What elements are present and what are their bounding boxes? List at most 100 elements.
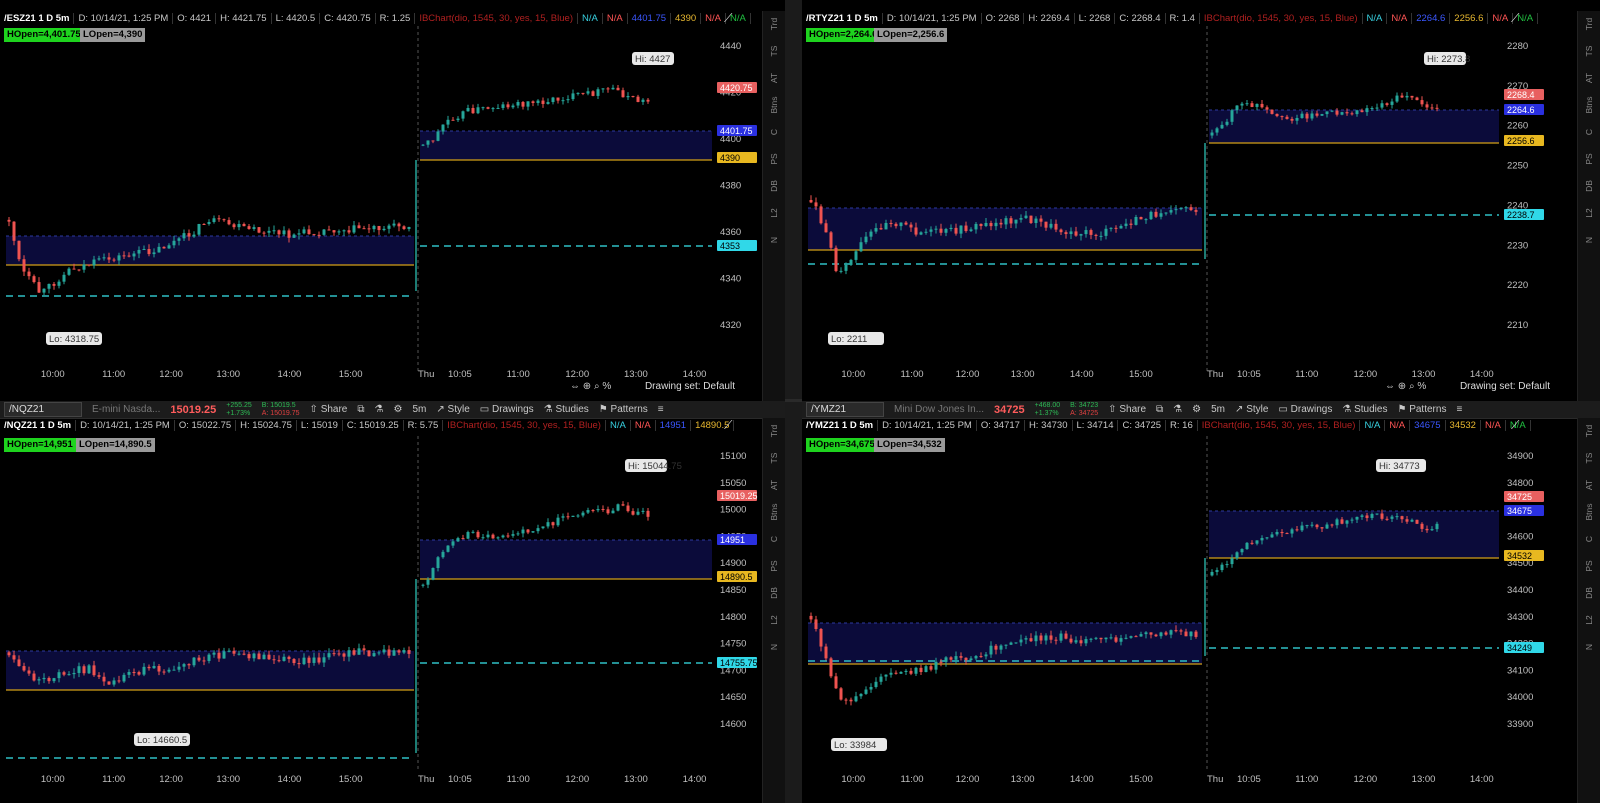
chart-panel-nq[interactable]: /NQZ21 E-mini Nasda... 15019.25 +255.25 +1.7… <box>0 401 785 803</box>
candle-body <box>899 222 903 227</box>
candle-body <box>1049 635 1053 640</box>
candle-body <box>1059 229 1063 233</box>
candle-body <box>217 652 221 659</box>
side-tab-db[interactable]: DB <box>1584 175 1594 197</box>
candle-body <box>879 676 883 682</box>
side-tab-ts[interactable]: TS <box>769 40 779 62</box>
side-tab-trd[interactable]: Trd <box>769 420 779 442</box>
side-tab-ts[interactable]: TS <box>1584 40 1594 62</box>
side-tab-c[interactable]: C <box>769 528 779 550</box>
side-tab-l2[interactable]: L2 <box>769 609 779 631</box>
side-tab-ts[interactable]: TS <box>769 447 779 469</box>
candle-body <box>1350 113 1354 115</box>
side-tab-ps[interactable]: PS <box>769 148 779 170</box>
candle-body <box>1064 633 1068 639</box>
candle-body <box>142 249 146 251</box>
side-tab-btns[interactable]: Btns <box>1584 94 1594 116</box>
chart-panel-es[interactable]: /ESZ21 1 D 5m D: 10/14/21, 1:25 PM O: 4421… <box>0 0 785 401</box>
candle-body <box>7 219 11 222</box>
side-tab-ps[interactable]: PS <box>769 555 779 577</box>
side-tab-c[interactable]: C <box>769 121 779 143</box>
side-tab-l2[interactable]: L2 <box>1584 202 1594 224</box>
side-tab-l2[interactable]: L2 <box>1584 609 1594 631</box>
crosshair-icon[interactable]: ⊕ <box>583 381 594 392</box>
candle-body <box>167 245 171 249</box>
candle-body <box>526 529 530 533</box>
candle-body <box>576 515 580 517</box>
y-tick-label: 2250 <box>1507 161 1528 172</box>
candle-body <box>566 516 570 518</box>
side-tab-btns[interactable]: Btns <box>769 501 779 523</box>
candle-body <box>132 253 136 257</box>
side-tab-btns[interactable]: Btns <box>1584 501 1594 523</box>
hi-callout: Hi: 15044.75 <box>628 461 682 472</box>
x-tick-label: 12:00 <box>565 774 589 785</box>
candle-body <box>1250 103 1254 107</box>
x-tick-label: 11:00 <box>102 369 125 380</box>
side-tab-trd[interactable]: Trd <box>1584 13 1594 35</box>
candle-body <box>451 119 455 121</box>
candle-body <box>1154 211 1158 217</box>
side-tab-n[interactable]: N <box>769 636 779 658</box>
candle-body <box>476 107 480 114</box>
price-chart[interactable]: 3490034800347003460034500344003430034200… <box>802 401 1578 803</box>
side-tab-ps[interactable]: PS <box>1584 555 1594 577</box>
candle-body <box>1189 631 1193 637</box>
side-tab-n[interactable]: N <box>1584 229 1594 251</box>
side-tab-ps[interactable]: PS <box>1584 148 1594 170</box>
y-tick-label: 2220 <box>1507 280 1528 291</box>
candle-body <box>421 584 425 586</box>
price-chart[interactable]: 44404420440043804360434043204420.754401.… <box>0 0 763 401</box>
candle-body <box>187 233 191 237</box>
side-tab-at[interactable]: AT <box>769 474 779 496</box>
percent-icon[interactable]: % <box>1417 381 1426 392</box>
lo-callout: Lo: 33984 <box>834 740 876 751</box>
candle-body <box>1144 219 1148 221</box>
side-tab-trd[interactable]: Trd <box>769 13 779 35</box>
side-tab-trd[interactable]: Trd <box>1584 420 1594 442</box>
side-tab-db[interactable]: DB <box>769 582 779 604</box>
side-tab-btns[interactable]: Btns <box>769 94 779 116</box>
candle-body <box>307 657 311 663</box>
pan-icon[interactable]: ⇔ <box>1385 381 1398 392</box>
candle-body <box>222 651 226 659</box>
candle-body <box>157 665 161 672</box>
chart-panel-rty[interactable]: /RTYZ21 1 D 5m D: 10/14/21, 1:25 PM O: 226… <box>802 0 1600 401</box>
candle-body <box>377 652 381 654</box>
candle-body <box>262 654 266 660</box>
x-tick-label: 15:00 <box>1129 774 1153 785</box>
side-tab-n[interactable]: N <box>1584 636 1594 658</box>
crosshair-icon[interactable]: ⊕ <box>1398 381 1409 392</box>
side-tab-c[interactable]: C <box>1584 528 1594 550</box>
candle-body <box>1415 519 1419 524</box>
candle-body <box>1129 636 1133 638</box>
drawing-set-label[interactable]: Drawing set: Default <box>645 381 735 392</box>
cyan-price-tag: 4353 <box>720 241 740 251</box>
pan-icon[interactable]: ⇔ <box>570 381 583 392</box>
side-tab-at[interactable]: AT <box>1584 474 1594 496</box>
candle-body <box>531 531 535 533</box>
candle-body <box>516 533 520 535</box>
drawing-set-label[interactable]: Drawing set: Default <box>1460 381 1550 392</box>
candle-body <box>924 666 928 673</box>
chart-panel-ym[interactable]: /YMZ21 Mini Dow Jones In... 34725 +468.00 +1… <box>802 401 1600 803</box>
side-tab-l2[interactable]: L2 <box>769 202 779 224</box>
side-tab-at[interactable]: AT <box>1584 67 1594 89</box>
x-tick-label: 15:00 <box>1129 369 1153 380</box>
side-tab-db[interactable]: DB <box>1584 582 1594 604</box>
chart-footer: ⇔ ⊕ ⌕ % Drawing set: Default <box>0 381 763 395</box>
side-tab-db[interactable]: DB <box>769 175 779 197</box>
side-tab-n[interactable]: N <box>769 229 779 251</box>
price-chart[interactable]: 228022702260225022402230222022102268.422… <box>802 0 1578 401</box>
candle-body <box>1014 219 1018 224</box>
percent-icon[interactable]: % <box>602 381 611 392</box>
candle-body <box>247 226 251 229</box>
candle-body <box>571 515 575 518</box>
candle-body <box>536 528 540 532</box>
zoom-controls: ⇔ ⊕ ⌕ % <box>570 381 611 392</box>
side-tab-c[interactable]: C <box>1584 121 1594 143</box>
price-chart[interactable]: 1510015050150001495014900148501480014750… <box>0 401 763 803</box>
candle-body <box>869 686 873 690</box>
side-tab-ts[interactable]: TS <box>1584 447 1594 469</box>
side-tab-at[interactable]: AT <box>769 67 779 89</box>
